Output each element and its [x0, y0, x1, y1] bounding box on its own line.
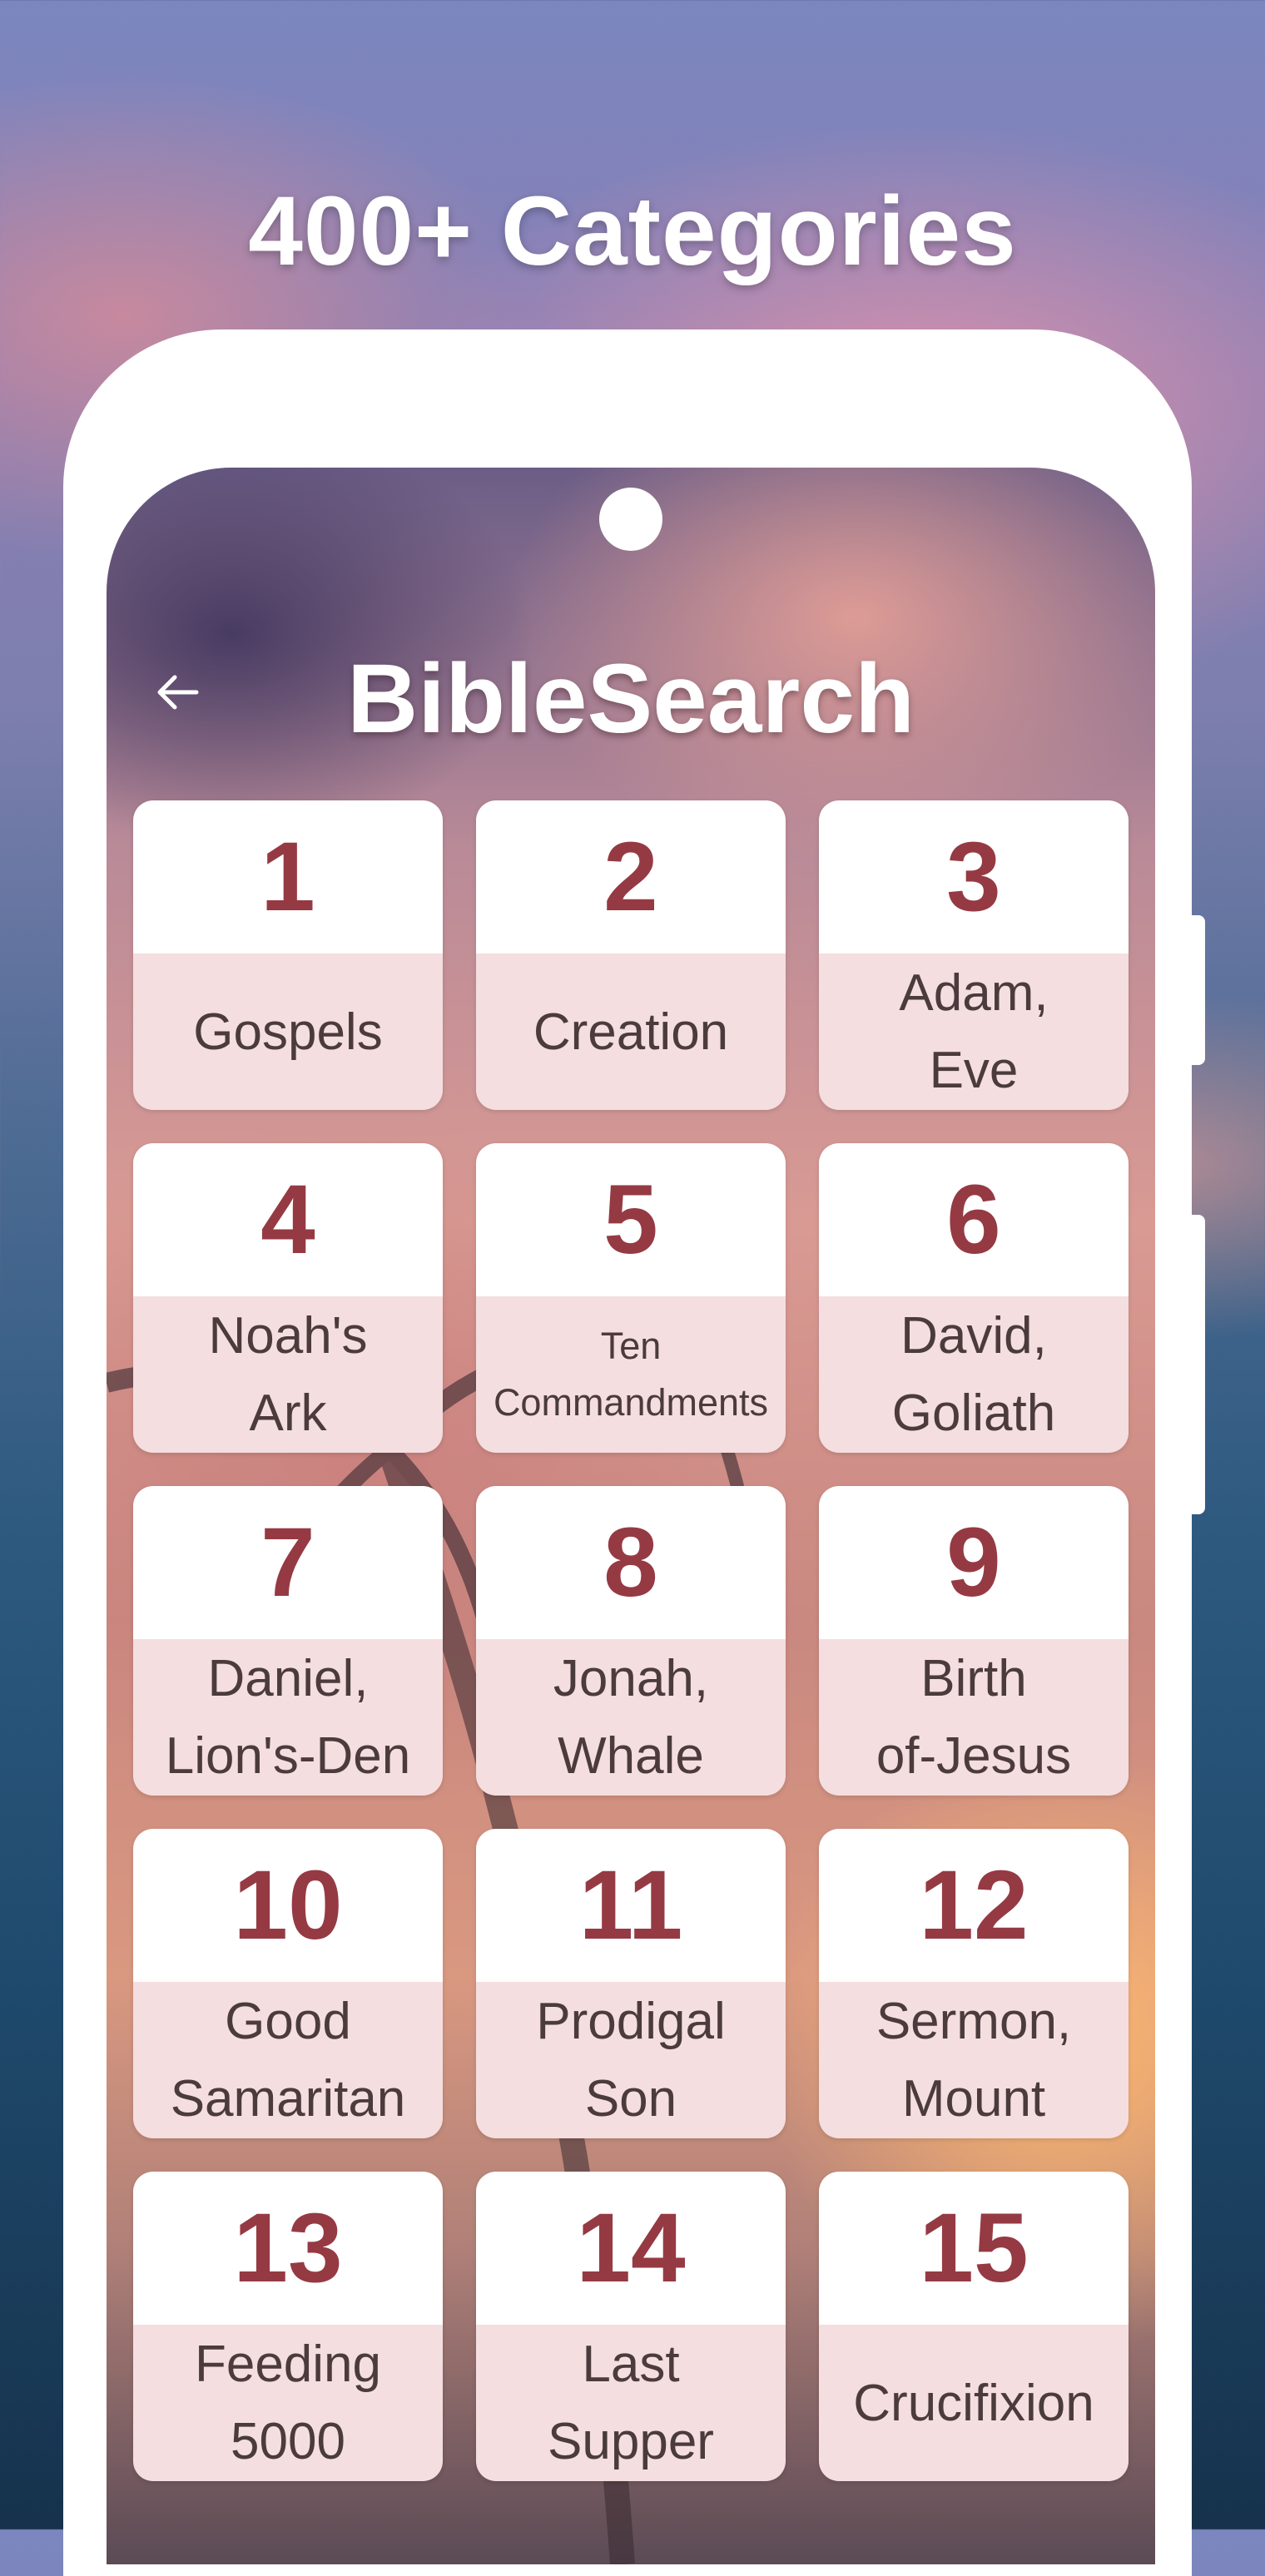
category-label: Gospels [133, 954, 443, 1110]
category-number: 9 [819, 1486, 1129, 1639]
category-number: 2 [476, 800, 786, 954]
category-number: 4 [133, 1143, 443, 1296]
category-tile[interactable]: 9 Birth of-Jesus [819, 1486, 1129, 1796]
category-tile[interactable]: 11 Prodigal Son [476, 1829, 786, 2138]
category-tile[interactable]: 6 David, Goliath [819, 1143, 1129, 1453]
category-label: Crucifixion [819, 2325, 1129, 2481]
category-tile[interactable]: 5 Ten Commandments [476, 1143, 786, 1453]
category-tile[interactable]: 10 Good Samaritan [133, 1829, 443, 2138]
category-number: 8 [476, 1486, 786, 1639]
category-tile[interactable]: 7 Daniel, Lion's-Den [133, 1486, 443, 1796]
category-tile[interactable]: 4 Noah's Ark [133, 1143, 443, 1453]
category-number: 1 [133, 800, 443, 954]
category-label: Noah's Ark [133, 1296, 443, 1453]
category-tile[interactable]: 14 Last Supper [476, 2172, 786, 2481]
category-tile[interactable]: 1 Gospels [133, 800, 443, 1110]
phone-side-button [1190, 1215, 1205, 1514]
category-label: Jonah, Whale [476, 1639, 786, 1796]
category-label: Creation [476, 954, 786, 1110]
category-label: Sermon, Mount [819, 1982, 1129, 2138]
category-label: Daniel, Lion's-Den [133, 1639, 443, 1796]
category-label: Ten Commandments [476, 1296, 786, 1453]
category-label: Prodigal Son [476, 1982, 786, 2138]
category-tile[interactable]: 2 Creation [476, 800, 786, 1110]
category-grid: 1 Gospels 2 Creation 3 Adam, Eve 4 Noah's Ark 5 T… [133, 800, 1135, 2481]
category-number: 10 [133, 1829, 443, 1982]
category-label: Good Samaritan [133, 1982, 443, 2138]
front-camera [599, 488, 662, 551]
category-number: 14 [476, 2172, 786, 2325]
app-screen: BibleSearch 1 Gospels 2 Creation 3 Adam, Eve 4… [107, 468, 1155, 2564]
category-number: 11 [476, 1829, 786, 1982]
category-label: Last Supper [476, 2325, 786, 2481]
category-label: David, Goliath [819, 1296, 1129, 1453]
category-label: Adam, Eve [819, 954, 1129, 1110]
category-tile[interactable]: 15 Crucifixion [819, 2172, 1129, 2481]
category-number: 7 [133, 1486, 443, 1639]
phone-side-button [1190, 915, 1205, 1065]
app-title: BibleSearch [346, 644, 915, 754]
category-label: Feeding 5000 [133, 2325, 443, 2481]
category-number: 15 [819, 2172, 1129, 2325]
store-headline: 400+ Categories [248, 176, 1017, 286]
category-tile[interactable]: 8 Jonah, Whale [476, 1486, 786, 1796]
category-number: 13 [133, 2172, 443, 2325]
category-number: 12 [819, 1829, 1129, 1982]
category-number: 5 [476, 1143, 786, 1296]
category-number: 3 [819, 800, 1129, 954]
category-tile[interactable]: 3 Adam, Eve [819, 800, 1129, 1110]
category-number: 6 [819, 1143, 1129, 1296]
category-tile[interactable]: 12 Sermon, Mount [819, 1829, 1129, 2138]
category-label: Birth of-Jesus [819, 1639, 1129, 1796]
category-tile[interactable]: 13 Feeding 5000 [133, 2172, 443, 2481]
